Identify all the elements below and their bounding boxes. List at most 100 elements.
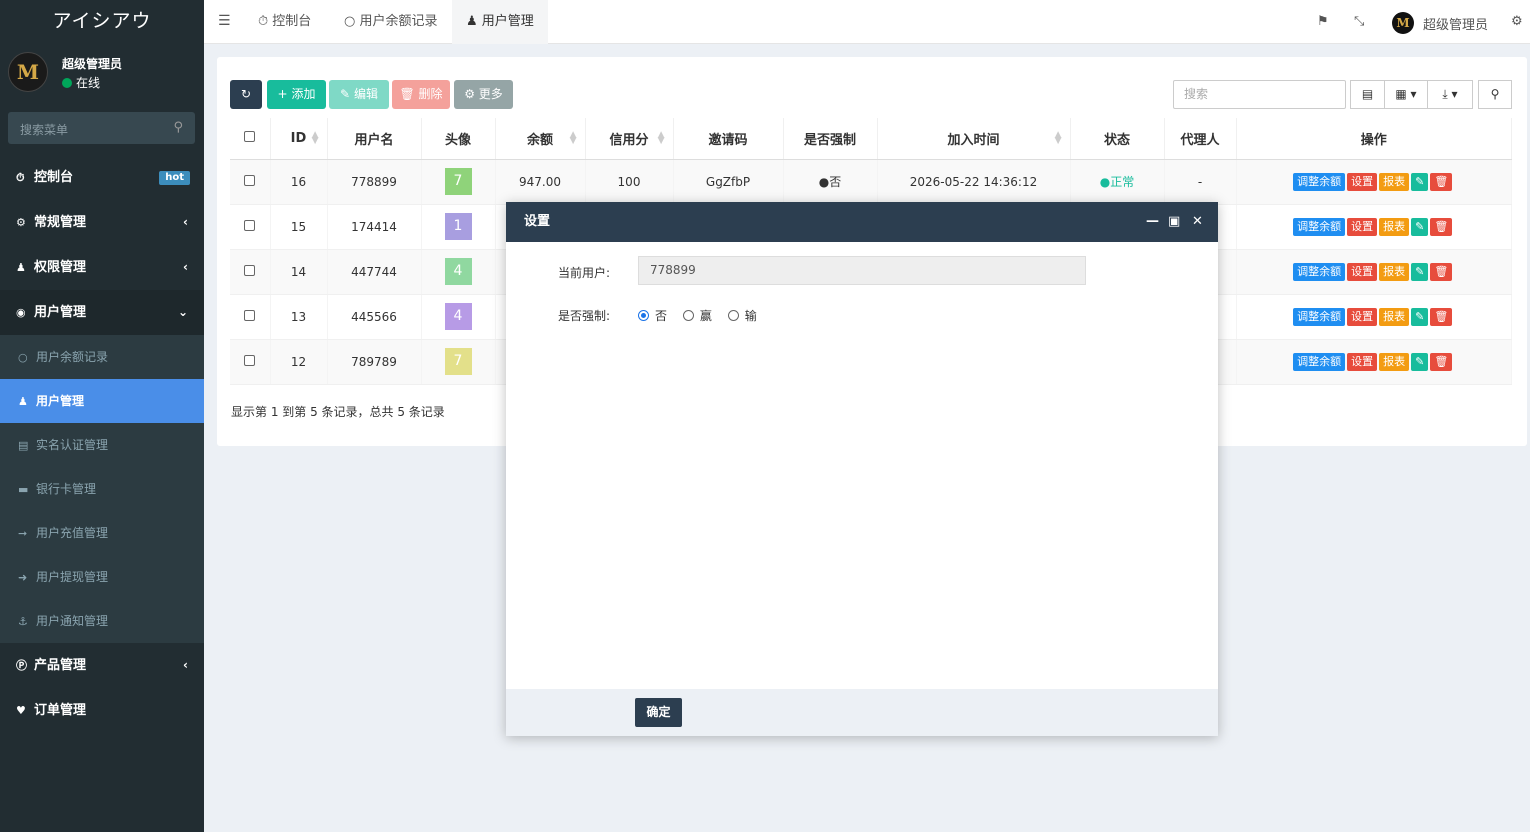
delete-row-button[interactable]: 🗑 [1430,172,1453,191]
column-header-balance[interactable]: 余额 ▲ ▼ [495,118,586,160]
toggle-view-button[interactable]: ▤ [1350,80,1385,109]
adjust-balance-button[interactable]: 调整余额 [1293,262,1346,281]
report-button[interactable]: 报表 [1379,262,1410,281]
force-radio-group: 否 赢 输 [638,307,757,324]
pagination-summary: 显示第 1 到第 5 条记录，总共 5 条记录 [231,405,445,419]
gear-icon[interactable]: ⚙ [1511,14,1523,29]
close-icon[interactable]: ✕ [1192,202,1203,242]
tab-dashboard[interactable]: ⏱ 控制台 [258,0,311,44]
row-checkbox[interactable] [244,174,256,186]
delete-row-button[interactable]: 🗑 [1430,352,1453,371]
edit-row-button[interactable]: ✎ [1411,172,1429,191]
radio-option-lose[interactable]: 输 [727,309,757,323]
sidebar-item-user-management[interactable]: ◉ 用户管理 ⌄ [0,290,204,335]
report-button[interactable]: 报表 [1379,217,1410,236]
sidebar-item-recharge[interactable]: ➞ 用户充值管理 [0,511,204,555]
modal-footer: 确定 [506,689,1218,736]
avatar[interactable]: 1 [444,213,472,240]
cell-avatar: 7 [421,339,496,385]
row-checkbox[interactable] [244,309,256,321]
fullscreen-icon[interactable]: ⤡ [1354,14,1364,29]
sidebar-item-orders[interactable]: ♥ 订单管理 [0,688,204,733]
radio-icon [638,310,649,321]
settings-button[interactable]: 设置 [1347,262,1378,281]
menu-toggle-icon[interactable]: ☰ [218,13,231,29]
delete-row-button[interactable]: 🗑 [1430,307,1453,326]
sidebar-item-dashboard[interactable]: ⏱ 控制台 hot [0,155,204,200]
columns-button[interactable]: ▦ ▾ [1385,80,1428,109]
delete-label: 删除 [418,87,443,101]
adjust-balance-button[interactable]: 调整余额 [1293,352,1346,371]
topbar-user-name[interactable]: 超级管理员 [1423,14,1488,33]
table-search-input[interactable]: 搜索 [1173,80,1346,109]
cell-avatar: 1 [421,204,496,250]
report-button[interactable]: 报表 [1379,352,1410,371]
column-header-credit[interactable]: 信用分 ▲ ▼ [585,118,674,160]
sidebar-item-users[interactable]: ♟ 用户管理 [0,379,204,423]
sidebar-item-withdraw[interactable]: ➜ 用户提现管理 [0,555,204,599]
current-user-field[interactable]: 778899 [638,256,1086,285]
delete-row-button[interactable]: 🗑 [1430,262,1453,281]
sidebar-item-products[interactable]: Ⓟ 产品管理 ‹ [0,643,204,688]
export-button[interactable]: ⤓ ▾ [1428,80,1473,109]
circle-o-icon: ○ [18,351,28,364]
select-all-checkbox[interactable] [244,130,256,142]
hot-badge: hot [159,171,190,185]
refresh-icon: ↻ [240,87,252,101]
sidebar-item-notifications[interactable]: ⚓ 用户通知管理 [0,599,204,643]
avatar[interactable]: 7 [444,168,472,195]
row-checkbox[interactable] [244,354,256,366]
adjust-balance-button[interactable]: 调整余额 [1293,172,1346,191]
sidebar-item-realname[interactable]: ▤ 实名认证管理 [0,423,204,467]
maximize-icon[interactable]: ▣ [1168,202,1180,242]
row-select-cell [230,249,271,295]
delete-button[interactable]: 🗑 删除 [392,80,450,109]
sidebar-search-input[interactable]: 搜索菜单 ⚲ [8,112,195,144]
settings-button[interactable]: 设置 [1347,217,1378,236]
more-button[interactable]: ⚙ 更多 [454,80,513,109]
sidebar-item-general[interactable]: ⚙ 常规管理 ‹ [0,200,204,245]
settings-button[interactable]: 设置 [1347,172,1378,191]
avatar[interactable]: M [1392,12,1414,34]
sidebar-item-label: 控制台 [34,170,74,185]
radio-option-no[interactable]: 否 [638,309,667,323]
radio-option-win[interactable]: 赢 [682,309,712,323]
minimize-icon[interactable]: — [1146,202,1159,242]
adjust-balance-button[interactable]: 调整余额 [1293,307,1346,326]
refresh-button[interactable]: ↻ [230,80,262,109]
settings-button[interactable]: 设置 [1347,352,1378,371]
avatar[interactable]: 7 [444,348,472,375]
edit-row-button[interactable]: ✎ [1411,307,1429,326]
add-button[interactable]: + 添加 [267,80,326,109]
sidebar-item-permission[interactable]: ♟ 权限管理 ‹ [0,245,204,290]
settings-button[interactable]: 设置 [1347,307,1378,326]
tab-users[interactable]: ♟ 用户管理 [452,0,548,44]
adjust-balance-button[interactable]: 调整余额 [1293,217,1346,236]
product-hunt-icon: Ⓟ [16,659,27,672]
sidebar-item-label: 产品管理 [34,658,87,673]
row-checkbox[interactable] [244,219,256,231]
edit-button[interactable]: ✎ 编辑 [329,80,389,109]
report-button[interactable]: 报表 [1379,307,1410,326]
avatar[interactable]: 4 [444,303,472,330]
confirm-button[interactable]: 确定 [635,698,682,727]
edit-row-button[interactable]: ✎ [1411,352,1429,371]
edit-row-button[interactable]: ✎ [1411,217,1429,236]
column-header-actions: 操作 [1236,118,1512,160]
sidebar-item-balance-records[interactable]: ○ 用户余额记录 [0,335,204,379]
avatar[interactable]: 4 [444,258,472,285]
column-header-id[interactable]: ID ▲ ▼ [270,118,328,160]
search-button[interactable]: ⚲ [1478,80,1512,109]
app-logo[interactable]: アイシアウ [0,0,204,44]
delete-row-button[interactable]: 🗑 [1430,217,1453,236]
sidebar-item-bank-cards[interactable]: ▬ 银行卡管理 [0,467,204,511]
column-header-joined[interactable]: 加入时间 ▲ ▼ [877,118,1071,160]
report-button[interactable]: 报表 [1379,172,1410,191]
search-icon[interactable]: ⚲ [173,120,183,135]
edit-row-button[interactable]: ✎ [1411,262,1429,281]
row-checkbox[interactable] [244,264,256,276]
dashboard-icon: ⏱ [258,14,269,29]
tab-balance-records[interactable]: ○ 用户余额记录 [344,0,438,44]
translate-icon[interactable]: ⚑ [1317,14,1329,29]
header-label: 余额 [526,132,553,148]
